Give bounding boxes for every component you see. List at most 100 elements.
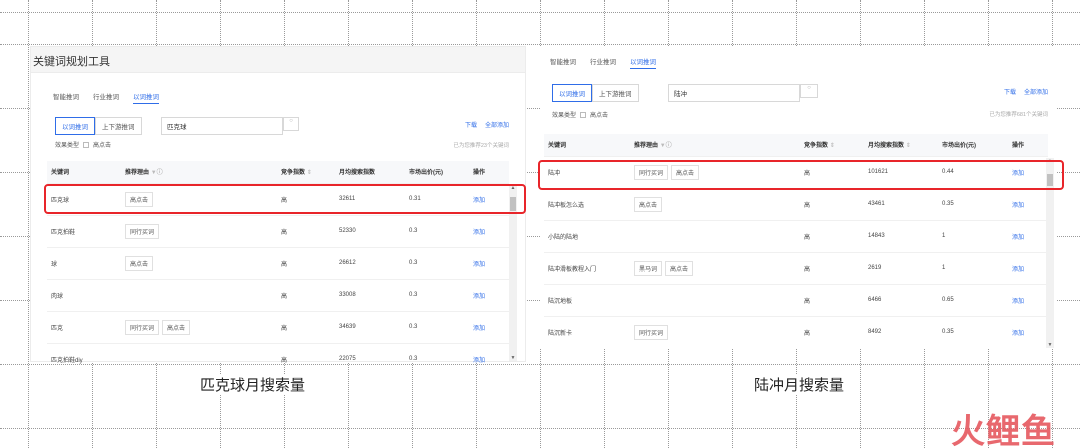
add-link[interactable]: 添加	[1008, 219, 1048, 252]
keyword-cell: 匹克	[47, 310, 121, 343]
competition-cell: 高	[800, 251, 864, 284]
effect-label: 效果类型	[55, 143, 80, 149]
add-link[interactable]: 添加	[469, 214, 509, 247]
grid-line	[28, 0, 29, 448]
download-link[interactable]: 下载	[465, 120, 477, 129]
reason-tag: 高点击	[634, 196, 663, 212]
keyword-cell: 球	[47, 246, 121, 279]
col-reason: 推荐理由 ▼ⓘ	[630, 134, 800, 156]
reason-tag: 高点击	[665, 260, 694, 276]
effect-filter: 效果类型 高点击	[55, 140, 111, 149]
tab-industry[interactable]: 行业推词	[590, 56, 616, 69]
price-cell: 0.35	[938, 315, 1008, 348]
table-row: 匹克拍鞋diy 高 22075 0.3 添加	[47, 342, 509, 375]
search-cell: 8492	[864, 315, 938, 348]
reason-cell	[630, 283, 800, 316]
keyword-cell: 小陆的陆地	[544, 219, 630, 252]
add-link[interactable]: 添加	[1008, 315, 1048, 348]
search-cell: 22075	[335, 342, 405, 375]
keyword-cell: 陆冲滑板教程入门	[544, 251, 630, 284]
reason-cell: 高点击	[121, 246, 277, 279]
add-link[interactable]: 添加	[1008, 251, 1048, 284]
tab-smart[interactable]: 智能推词	[550, 56, 576, 69]
search-cell: 6466	[864, 283, 938, 316]
col-search[interactable]: 月均搜索指数 ⇕	[864, 134, 938, 156]
col-price[interactable]: 市场出价(元)	[405, 161, 469, 183]
competition-cell: 高	[277, 214, 335, 247]
col-keyword: 关键词	[47, 161, 121, 183]
add-link[interactable]: 添加	[469, 342, 509, 375]
add-link[interactable]: 添加	[469, 246, 509, 279]
reason-cell: 同行买词	[121, 214, 277, 247]
recommend-hint: 已为您推荐23个关键词	[453, 143, 509, 149]
keyword-cell: 陆沉地板	[544, 283, 630, 316]
keyword-cell: 陆冲板怎么选	[544, 187, 630, 220]
mode-word-button[interactable]: 以词推词	[552, 84, 592, 102]
add-all-link[interactable]: 全部添加	[485, 120, 509, 129]
mode-chain-button[interactable]: 上下游推词	[95, 117, 142, 135]
recommend-hint: 已为您推荐681个关键词	[989, 112, 1048, 118]
reason-cell: 高点击	[630, 187, 800, 220]
reason-tag: 同行买词	[125, 319, 160, 335]
effect-checkbox[interactable]	[580, 111, 587, 118]
search-input[interactable]: 陆冲	[668, 84, 800, 102]
tab-word[interactable]: 以词推词	[133, 91, 159, 104]
price-cell: 0.3	[405, 214, 469, 247]
price-cell: 0.3	[405, 342, 469, 375]
effect-option: 高点击	[590, 113, 609, 119]
search-icon[interactable]: ○	[283, 117, 299, 131]
tab-word[interactable]: 以词推词	[630, 56, 656, 69]
price-cell: 0.35	[938, 187, 1008, 220]
price-cell: 0.3	[405, 278, 469, 311]
reason-cell: 同行买词 高点击	[121, 310, 277, 343]
competition-cell: 高	[800, 219, 864, 252]
col-reason: 推荐理由 ▼ⓘ	[121, 161, 277, 183]
mode-switch: 以词推词 上下游推词	[552, 84, 639, 102]
scroll-down-icon[interactable]: ▼	[1046, 342, 1054, 348]
tab-industry[interactable]: 行业推词	[93, 91, 119, 104]
add-link[interactable]: 添加	[469, 310, 509, 343]
highlight-box	[538, 160, 1064, 190]
grid-line	[0, 12, 1080, 13]
col-search[interactable]: 月均搜索指数	[335, 161, 405, 183]
keyword-cell: 匹克拍鞋diy	[47, 342, 121, 375]
search-input[interactable]: 匹克球	[161, 117, 283, 135]
price-cell: 1	[938, 219, 1008, 252]
tab-bar: 智能推词 行业推词 以词推词	[53, 91, 159, 104]
left-caption: 匹克球月搜索量	[198, 374, 308, 395]
effect-filter: 效果类型 高点击	[552, 110, 608, 119]
grid-line	[0, 44, 1080, 45]
reason-tag: 高点击	[162, 319, 191, 335]
search-cell: 34639	[335, 310, 405, 343]
effect-checkbox[interactable]	[83, 141, 90, 148]
search-cell: 52330	[335, 214, 405, 247]
add-link[interactable]: 添加	[1008, 187, 1048, 220]
mode-word-button[interactable]: 以词推词	[55, 117, 95, 135]
effect-label: 效果类型	[552, 113, 577, 119]
add-link[interactable]: 添加	[1008, 283, 1048, 316]
keyword-cell: 匹克拍鞋	[47, 214, 121, 247]
reason-cell	[121, 342, 277, 375]
search-icon[interactable]: ○	[800, 84, 818, 98]
col-price[interactable]: 市场出价(元)	[938, 134, 1008, 156]
search-cell: 33008	[335, 278, 405, 311]
col-competition[interactable]: 竞争指数 ⇕	[277, 161, 335, 183]
col-action: 操作	[1008, 134, 1048, 156]
add-link[interactable]: 添加	[469, 278, 509, 311]
price-cell: 1	[938, 251, 1008, 284]
search-cell: 14843	[864, 219, 938, 252]
table-row: 匹克拍鞋 同行买词 高 52330 0.3 添加	[47, 214, 509, 247]
mode-chain-button[interactable]: 上下游推词	[592, 84, 639, 102]
download-link[interactable]: 下载	[1004, 87, 1016, 96]
tool-title: 关键词规划工具	[33, 56, 110, 68]
scroll-down-icon[interactable]: ▼	[509, 355, 517, 361]
tab-smart[interactable]: 智能推词	[53, 91, 79, 104]
reason-cell	[121, 278, 277, 311]
table-row: 陆沉地板 高 6466 0.65 添加	[544, 283, 1048, 316]
competition-cell: 高	[800, 187, 864, 220]
competition-cell: 高	[277, 310, 335, 343]
competition-cell: 高	[800, 315, 864, 348]
table-row: 陆沉新卡 同行买词 高 8492 0.35 添加	[544, 315, 1048, 348]
col-competition[interactable]: 竞争指数 ⇕	[800, 134, 864, 156]
add-all-link[interactable]: 全部添加	[1024, 87, 1048, 96]
